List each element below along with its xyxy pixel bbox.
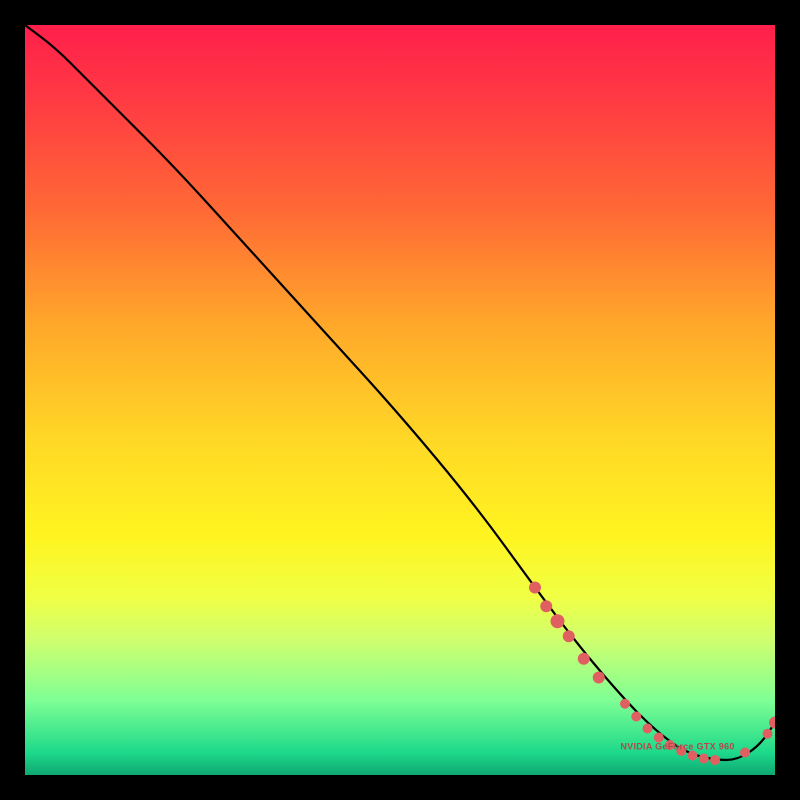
chart-stage: TheBottleneck.com NVIDIA GeForce GTX 960 [0,0,800,800]
data-marker [763,729,773,739]
data-marker [699,754,709,764]
data-marker [551,614,565,628]
data-marker [740,748,750,758]
data-marker [563,630,575,642]
plot-area: NVIDIA GeForce GTX 960 [25,25,775,775]
data-marker [643,724,653,734]
frame-top [0,0,800,25]
data-marker [529,582,541,594]
data-marker [710,755,720,765]
frame-right [775,0,800,800]
data-marker [620,699,630,709]
data-marker [631,712,641,722]
frame-bottom [0,775,800,800]
data-marker [540,600,552,612]
chart-svg: NVIDIA GeForce GTX 960 [25,25,775,775]
data-marker [578,653,590,665]
bottleneck-curve [25,25,775,760]
data-marker [688,751,698,761]
data-marker [593,672,605,684]
data-markers [529,582,781,766]
annotation-label: NVIDIA GeForce GTX 960 [620,742,734,752]
frame-left [0,0,25,800]
